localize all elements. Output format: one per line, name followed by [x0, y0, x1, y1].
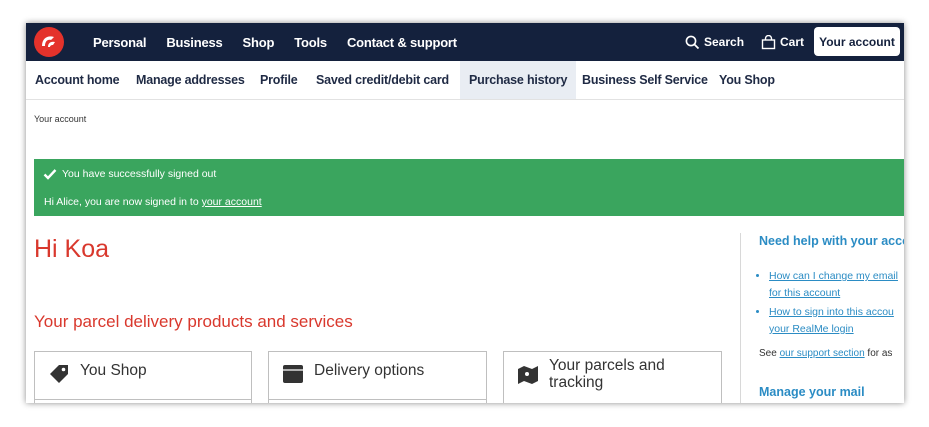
card-title-line2: tracking [549, 374, 604, 391]
delivery-options-card[interactable]: Delivery options [268, 351, 487, 403]
browser-frame: Personal Business Shop Tools Contact & s… [26, 23, 904, 403]
you-shop-card[interactable]: You Shop [34, 351, 252, 403]
map-icon [518, 366, 538, 384]
manage-mail-heading[interactable]: Manage your mail [759, 385, 865, 399]
nav-tools[interactable]: Tools [294, 35, 327, 50]
top-navigation: Personal Business Shop Tools Contact & s… [26, 23, 904, 61]
nav-personal[interactable]: Personal [93, 35, 147, 50]
subnav-purchase-history[interactable]: Purchase history [460, 61, 577, 99]
subnav-account-home[interactable]: Account home [35, 61, 120, 99]
card-title: You Shop [80, 362, 147, 379]
cart-button[interactable]: Cart [761, 23, 804, 61]
help-link-change-email[interactable]: How can I change my email for this accoun… [769, 270, 898, 299]
your-account-button[interactable]: Your account [814, 27, 900, 56]
cart-icon [761, 34, 776, 49]
signout-success-alert: You have successfully signed out Hi Alic… [34, 159, 904, 216]
help-sidebar: Need help with your acco How can I chang… [740, 233, 904, 403]
account-subnav: Account home Manage addresses Profile Sa… [26, 61, 904, 100]
nav-contact-support[interactable]: Contact & support [347, 35, 457, 50]
help-heading: Need help with your acco [759, 234, 904, 248]
alert-signed-in-text: Hi Alice, you are now signed in to [44, 196, 202, 208]
subnav-business-self-service[interactable]: Business Self Service [582, 61, 708, 99]
alert-message: You have successfully signed out [62, 168, 217, 180]
mailbox-icon [283, 365, 303, 383]
help-link-realme[interactable]: How to sign into this accou your RealMe l… [769, 306, 894, 335]
cart-label: Cart [780, 35, 805, 49]
subnav-profile[interactable]: Profile [260, 61, 298, 99]
tag-icon [50, 365, 68, 383]
nzpost-logo-icon[interactable] [34, 27, 64, 57]
support-text: See our support section for as [759, 348, 893, 359]
card-title: Delivery options [314, 362, 425, 379]
card-title-line1: Your parcels and [549, 357, 665, 374]
card-divider [269, 399, 486, 400]
help-links: How can I change my emailfor this accoun… [755, 268, 904, 340]
section-title: Your parcel delivery products and servic… [34, 312, 353, 331]
support-section-link[interactable]: our support section [780, 348, 865, 359]
parcels-tracking-card[interactable]: Your parcels and tracking [503, 351, 722, 403]
card-divider [35, 399, 251, 400]
nav-shop[interactable]: Shop [243, 35, 275, 50]
main-nav: Personal Business Shop Tools Contact & s… [93, 23, 477, 61]
your-account-link[interactable]: your account [202, 196, 262, 208]
subnav-you-shop[interactable]: You Shop [719, 61, 775, 99]
breadcrumb[interactable]: Your account [34, 114, 86, 124]
help-link-item: How can I change my emailfor this accoun… [769, 268, 904, 302]
search-icon [685, 35, 700, 49]
search-label: Search [704, 35, 745, 49]
help-link-item: How to sign into this accouyour RealMe l… [769, 304, 904, 338]
subnav-manage-addresses[interactable]: Manage addresses [136, 61, 245, 99]
search-button[interactable]: Search [685, 23, 744, 61]
check-icon [43, 169, 57, 180]
nav-business[interactable]: Business [166, 35, 222, 50]
greeting-heading: Hi Koa [34, 235, 110, 263]
subnav-saved-card[interactable]: Saved credit/debit card [316, 61, 449, 99]
